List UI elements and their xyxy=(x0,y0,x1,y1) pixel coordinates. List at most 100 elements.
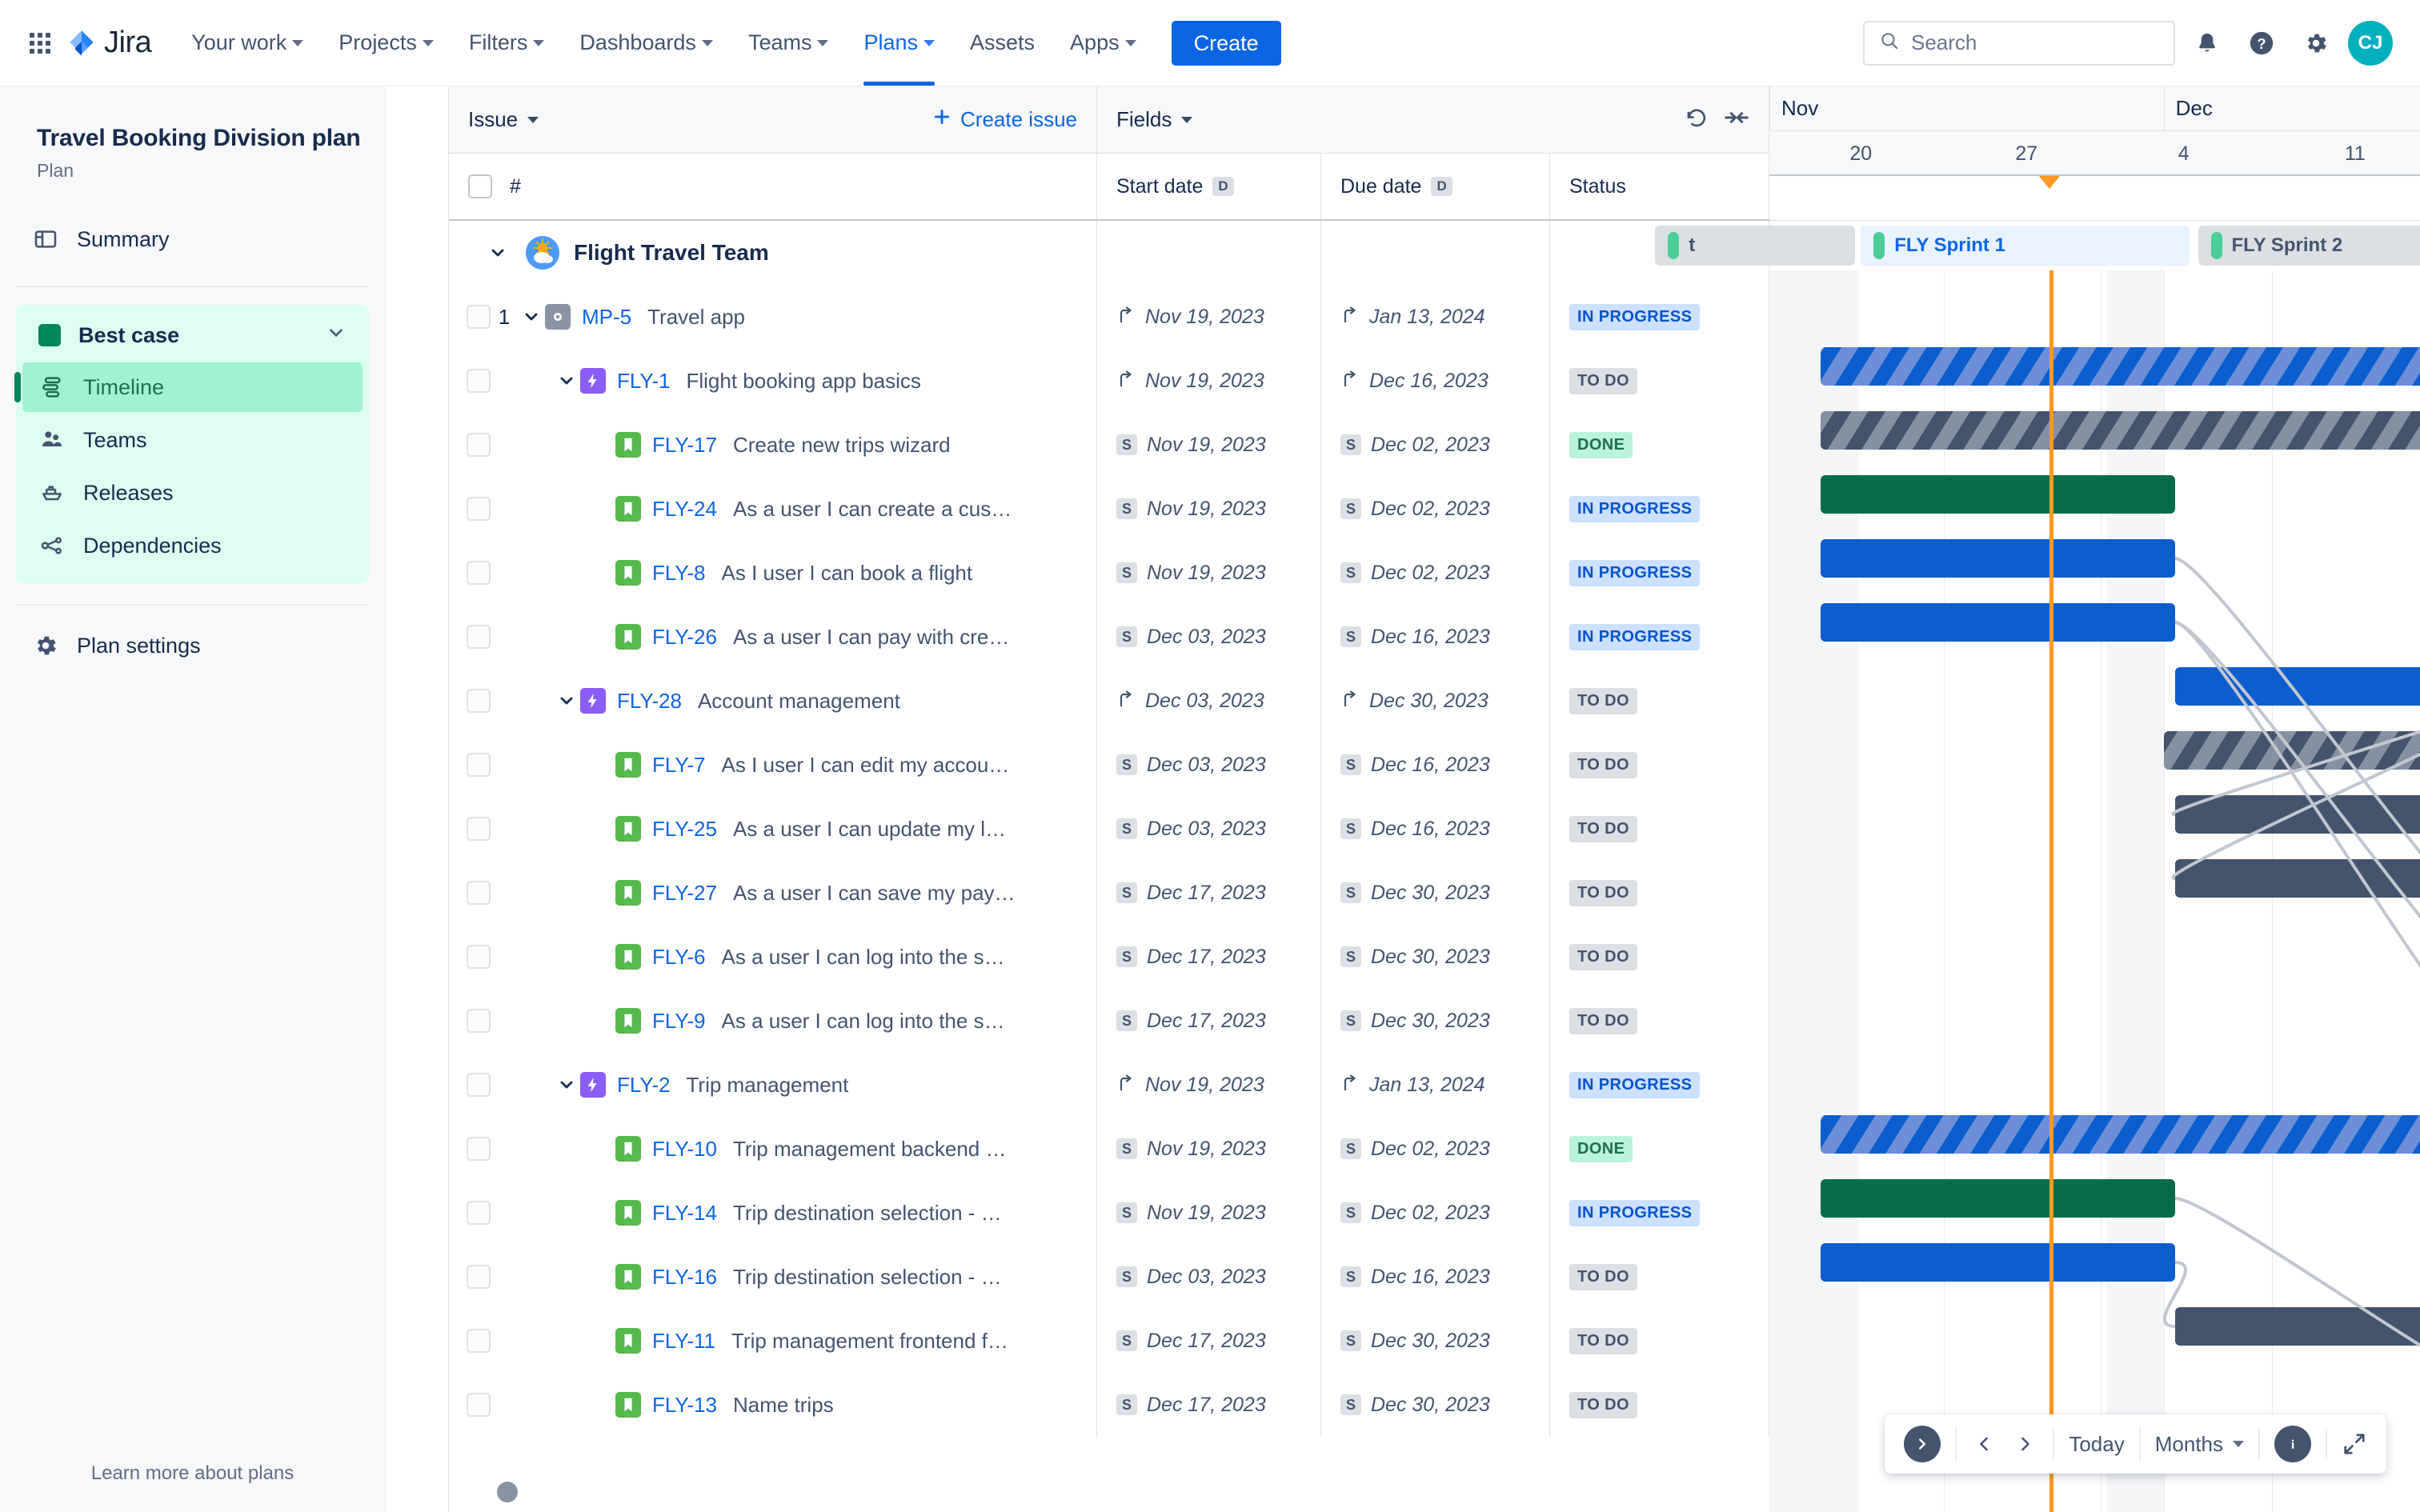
due-date-cell[interactable]: S Dec 02, 2023 xyxy=(1321,1181,1550,1245)
row-checkbox[interactable] xyxy=(467,497,491,521)
timeline-bar[interactable] xyxy=(2163,731,2420,770)
start-date-cell[interactable]: S Dec 17, 2023 xyxy=(1097,925,1321,989)
next-period-button[interactable] xyxy=(2005,1423,2046,1465)
row-checkbox[interactable] xyxy=(467,1393,491,1417)
status-cell[interactable]: IN PROGRESS xyxy=(1550,285,1769,349)
today-button[interactable]: Today xyxy=(2061,1423,2132,1465)
timeline-bar[interactable] xyxy=(1821,475,2175,514)
timeline-bar[interactable] xyxy=(2174,1307,2420,1346)
status-cell[interactable]: IN PROGRESS xyxy=(1550,477,1769,541)
settings-icon[interactable] xyxy=(2294,21,2338,66)
expand-panel-button[interactable] xyxy=(1896,1423,1949,1465)
status-cell[interactable]: TO DO xyxy=(1550,733,1769,797)
issue-key-link[interactable]: MP-5 xyxy=(582,305,631,330)
row-checkbox[interactable] xyxy=(467,1265,491,1289)
jira-logo-link[interactable]: Jira xyxy=(67,26,152,60)
status-cell[interactable]: TO DO xyxy=(1550,1373,1769,1437)
sidebar-item-timeline[interactable]: Timeline xyxy=(14,362,363,412)
column-header-status[interactable]: Status xyxy=(1550,154,1769,219)
expand-toggle[interactable] xyxy=(553,687,580,714)
due-date-cell[interactable]: S Dec 16, 2023 xyxy=(1321,1245,1550,1309)
start-date-cell[interactable]: S Nov 19, 2023 xyxy=(1097,541,1321,605)
issue-key-link[interactable]: FLY-26 xyxy=(652,625,717,650)
due-date-cell[interactable]: S Dec 02, 2023 xyxy=(1321,413,1550,477)
row-checkbox[interactable] xyxy=(467,689,491,713)
status-cell[interactable]: IN PROGRESS xyxy=(1550,605,1769,669)
due-date-cell[interactable]: S Dec 02, 2023 xyxy=(1321,477,1550,541)
start-date-cell[interactable]: S Nov 19, 2023 xyxy=(1097,1181,1321,1245)
row-checkbox[interactable] xyxy=(467,881,491,905)
timeline-bar[interactable] xyxy=(1821,539,2175,578)
status-cell[interactable]: TO DO xyxy=(1550,861,1769,925)
issue-dropdown[interactable]: Issue xyxy=(468,107,539,132)
nav-your-work[interactable]: Your work xyxy=(174,0,321,86)
row-checkbox[interactable] xyxy=(467,1009,491,1033)
due-date-cell[interactable]: Jan 13, 2024 xyxy=(1321,285,1550,349)
info-button[interactable]: i xyxy=(2266,1423,2319,1465)
previous-period-button[interactable] xyxy=(1963,1423,2005,1465)
scenario-selector[interactable]: Best case xyxy=(22,311,363,359)
sidebar-item-dependencies[interactable]: Dependencies xyxy=(22,521,363,570)
issue-key-link[interactable]: FLY-6 xyxy=(652,945,706,970)
start-date-cell[interactable]: S Dec 03, 2023 xyxy=(1097,733,1321,797)
expand-toggle[interactable] xyxy=(518,303,545,330)
row-checkbox[interactable] xyxy=(467,1137,491,1161)
timeline-bar[interactable]: ⟶ xyxy=(1821,1115,2420,1154)
row-checkbox[interactable] xyxy=(467,945,491,969)
timeline-bar[interactable] xyxy=(2174,859,2420,898)
issue-key-link[interactable]: FLY-11 xyxy=(652,1329,715,1354)
nav-filters[interactable]: Filters xyxy=(451,0,563,86)
issue-key-link[interactable]: FLY-14 xyxy=(652,1201,717,1226)
start-date-cell[interactable]: S Dec 03, 2023 xyxy=(1097,797,1321,861)
nav-dashboards[interactable]: Dashboards xyxy=(562,0,731,86)
due-date-cell[interactable]: S Dec 02, 2023 xyxy=(1321,541,1550,605)
due-date-cell[interactable]: Jan 13, 2024 xyxy=(1321,1053,1550,1117)
start-date-cell[interactable]: S Dec 03, 2023 xyxy=(1097,605,1321,669)
app-switcher-icon[interactable] xyxy=(24,27,56,59)
status-cell[interactable]: TO DO xyxy=(1550,989,1769,1053)
due-date-cell[interactable]: Dec 30, 2023 xyxy=(1321,669,1550,733)
timeline-bar[interactable] xyxy=(1821,1243,2175,1282)
sidebar-item-plan-settings[interactable]: Plan settings xyxy=(16,620,369,671)
status-cell[interactable]: DONE xyxy=(1550,1117,1769,1181)
issue-key-link[interactable]: FLY-16 xyxy=(652,1265,717,1290)
undo-icon[interactable] xyxy=(1684,105,1709,134)
sidebar-item-releases[interactable]: Releases xyxy=(22,468,363,518)
status-cell[interactable]: IN PROGRESS xyxy=(1550,541,1769,605)
create-issue-button[interactable]: Create issue xyxy=(932,106,1077,133)
status-cell[interactable]: IN PROGRESS xyxy=(1550,1053,1769,1117)
search-input[interactable]: Search xyxy=(1863,20,2175,66)
issue-key-link[interactable]: FLY-25 xyxy=(652,817,717,842)
issue-key-link[interactable]: FLY-28 xyxy=(617,689,682,714)
issue-key-link[interactable]: FLY-1 xyxy=(617,369,671,394)
column-header-due-date[interactable]: Due date D xyxy=(1321,154,1550,219)
status-cell[interactable]: TO DO xyxy=(1550,1309,1769,1373)
nav-projects[interactable]: Projects xyxy=(321,0,451,86)
status-cell[interactable]: TO DO xyxy=(1550,797,1769,861)
timeline-bar[interactable] xyxy=(2174,667,2420,706)
issue-key-link[interactable]: FLY-8 xyxy=(652,561,706,586)
sprint-pill[interactable]: FLY Sprint 1 xyxy=(1861,226,2190,266)
column-header-start-date[interactable]: Start date D xyxy=(1097,154,1321,219)
avatar[interactable]: CJ xyxy=(2348,20,2393,66)
start-date-cell[interactable]: S Nov 19, 2023 xyxy=(1097,413,1321,477)
start-date-cell[interactable]: Nov 19, 2023 xyxy=(1097,285,1321,349)
due-date-cell[interactable]: S Dec 30, 2023 xyxy=(1321,1373,1550,1437)
issue-key-link[interactable]: FLY-24 xyxy=(652,497,717,522)
start-date-cell[interactable]: S Dec 17, 2023 xyxy=(1097,861,1321,925)
status-cell[interactable]: TO DO xyxy=(1550,669,1769,733)
timeline-bar[interactable]: ⟶ xyxy=(1821,347,2420,386)
nav-apps[interactable]: Apps xyxy=(1052,0,1154,86)
fields-dropdown[interactable]: Fields xyxy=(1116,107,1193,132)
learn-more-link[interactable]: Learn more about plans xyxy=(0,1462,385,1485)
issue-key-link[interactable]: FLY-2 xyxy=(617,1073,671,1098)
status-cell[interactable]: TO DO xyxy=(1550,349,1769,413)
start-date-cell[interactable]: S Dec 17, 2023 xyxy=(1097,1373,1321,1437)
row-checkbox[interactable] xyxy=(467,753,491,777)
due-date-cell[interactable]: Dec 16, 2023 xyxy=(1321,349,1550,413)
due-date-cell[interactable]: S Dec 30, 2023 xyxy=(1321,925,1550,989)
expand-toggle[interactable] xyxy=(484,239,511,266)
issue-key-link[interactable]: FLY-17 xyxy=(652,433,717,458)
sprint-pill[interactable]: t xyxy=(1655,226,1856,266)
start-date-cell[interactable]: Dec 03, 2023 xyxy=(1097,669,1321,733)
